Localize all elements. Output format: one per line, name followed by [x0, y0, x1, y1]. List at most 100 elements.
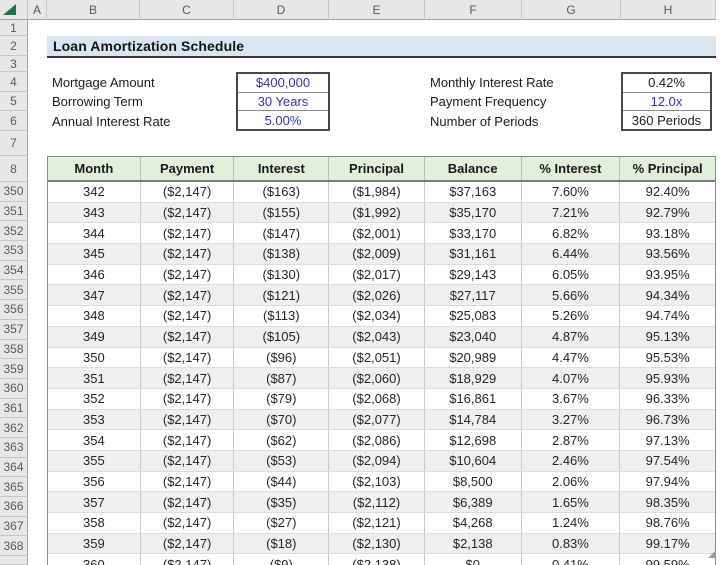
cell-pct-principal[interactable]: 95.13% [620, 327, 715, 347]
cell-month[interactable]: 353 [48, 410, 141, 430]
cell-principal[interactable]: ($2,026) [329, 285, 425, 305]
cell-payment[interactable]: ($2,147) [141, 554, 235, 565]
cell-pct-principal[interactable]: 93.56% [620, 244, 715, 264]
cell-payment[interactable]: ($2,147) [141, 265, 235, 285]
cell-principal[interactable]: ($2,017) [329, 265, 425, 285]
cell-payment[interactable]: ($2,147) [141, 451, 235, 471]
column-header-label[interactable]: Principal [329, 157, 425, 180]
row-header-350[interactable]: 350 [0, 182, 28, 202]
cell-pct-principal[interactable]: 99.59% [620, 554, 715, 565]
label-annual-interest-rate[interactable]: Annual Interest Rate [52, 111, 171, 131]
cell-payment[interactable]: ($2,147) [141, 492, 235, 512]
cell-pct-interest[interactable]: 0.83% [522, 534, 621, 554]
cell-pct-interest[interactable]: 1.24% [522, 513, 621, 533]
cell-interest[interactable]: ($62) [234, 430, 329, 450]
cell-pct-interest[interactable]: 2.06% [522, 472, 621, 492]
cell-pct-principal[interactable]: 97.94% [620, 472, 715, 492]
row-header-365[interactable]: 365 [0, 477, 28, 497]
row-header-367[interactable]: 367 [0, 517, 28, 537]
cell-interest[interactable]: ($121) [234, 285, 329, 305]
cell-payment[interactable]: ($2,147) [141, 244, 235, 264]
label-number-of-periods[interactable]: Number of Periods [430, 111, 538, 131]
cell-interest[interactable]: ($18) [234, 534, 329, 554]
cell-principal[interactable]: ($2,121) [329, 513, 425, 533]
cell-pct-principal[interactable]: 99.17% [620, 534, 715, 554]
resize-handle-icon[interactable] [708, 550, 716, 558]
cell-pct-interest[interactable]: 7.21% [522, 203, 621, 223]
cell-balance[interactable]: $14,784 [425, 410, 522, 430]
row-header-360[interactable]: 360 [0, 379, 28, 399]
cell-pct-principal[interactable]: 96.73% [620, 410, 715, 430]
cell-payment[interactable]: ($2,147) [141, 285, 235, 305]
row-header-354[interactable]: 354 [0, 261, 28, 281]
cell-payment[interactable]: ($2,147) [141, 327, 235, 347]
row-header-353[interactable]: 353 [0, 241, 28, 261]
row-header-366[interactable]: 366 [0, 497, 28, 517]
label-borrowing-term[interactable]: Borrowing Term [52, 92, 143, 111]
cell-balance[interactable]: $37,163 [425, 182, 522, 202]
column-header-C[interactable]: C [140, 0, 234, 20]
row-header-7[interactable]: 7 [0, 131, 28, 156]
cell-pct-interest[interactable]: 3.67% [522, 389, 621, 409]
column-header-D[interactable]: D [234, 0, 329, 20]
row-header-356[interactable]: 356 [0, 300, 28, 320]
cell-pct-interest[interactable]: 6.82% [522, 223, 621, 243]
cell-interest[interactable]: ($163) [234, 182, 329, 202]
column-header-label[interactable]: Month [48, 157, 141, 180]
cell-principal[interactable]: ($2,077) [329, 410, 425, 430]
cell-pct-interest[interactable]: 5.26% [522, 306, 621, 326]
column-header-E[interactable]: E [329, 0, 425, 20]
row-header-364[interactable]: 364 [0, 458, 28, 478]
row-header-4[interactable]: 4 [0, 72, 28, 92]
mortgage-amount-field[interactable]: $400,000 [238, 74, 328, 92]
cell-month[interactable]: 345 [48, 244, 141, 264]
cell-pct-principal[interactable]: 95.53% [620, 348, 715, 368]
column-header-F[interactable]: F [425, 0, 522, 20]
cell-month[interactable]: 359 [48, 534, 141, 554]
cell-interest[interactable]: ($35) [234, 492, 329, 512]
cell-balance[interactable]: $18,929 [425, 368, 522, 388]
cell-month[interactable]: 348 [48, 306, 141, 326]
cell-month[interactable]: 349 [48, 327, 141, 347]
cell-interest[interactable]: ($138) [234, 244, 329, 264]
cell-interest[interactable]: ($44) [234, 472, 329, 492]
row-header-357[interactable]: 357 [0, 320, 28, 340]
row-header-2[interactable]: 2 [0, 36, 28, 56]
row-header-355[interactable]: 355 [0, 280, 28, 300]
cell-balance[interactable]: $2,138 [425, 534, 522, 554]
cell-balance[interactable]: $31,161 [425, 244, 522, 264]
cell-month[interactable]: 351 [48, 368, 141, 388]
cell-payment[interactable]: ($2,147) [141, 430, 235, 450]
cell-payment[interactable]: ($2,147) [141, 368, 235, 388]
cell-principal[interactable]: ($2,130) [329, 534, 425, 554]
cell-principal[interactable]: ($1,992) [329, 203, 425, 223]
cell-pct-interest[interactable]: 2.46% [522, 451, 621, 471]
row-header-358[interactable]: 358 [0, 340, 28, 360]
cell-month[interactable]: 343 [48, 203, 141, 223]
cell-pct-principal[interactable]: 92.79% [620, 203, 715, 223]
cell-payment[interactable]: ($2,147) [141, 348, 235, 368]
cell-principal[interactable]: ($2,043) [329, 327, 425, 347]
row-header-8[interactable]: 8 [0, 156, 28, 182]
cell-principal[interactable]: ($1,984) [329, 182, 425, 202]
row-header-351[interactable]: 351 [0, 202, 28, 222]
cell-payment[interactable]: ($2,147) [141, 306, 235, 326]
column-header-label[interactable]: Interest [234, 157, 329, 180]
cell-balance[interactable]: $4,268 [425, 513, 522, 533]
cell-principal[interactable]: ($2,068) [329, 389, 425, 409]
cell-interest[interactable]: ($79) [234, 389, 329, 409]
cell-pct-principal[interactable]: 94.74% [620, 306, 715, 326]
cell-pct-interest[interactable]: 6.44% [522, 244, 621, 264]
row-header-361[interactable]: 361 [0, 399, 28, 419]
cell-month[interactable]: 354 [48, 430, 141, 450]
cell-pct-interest[interactable]: 2.87% [522, 430, 621, 450]
cell-pct-principal[interactable]: 97.54% [620, 451, 715, 471]
cell-principal[interactable]: ($2,001) [329, 223, 425, 243]
cell-pct-interest[interactable]: 4.47% [522, 348, 621, 368]
cell-month[interactable]: 344 [48, 223, 141, 243]
cell-pct-principal[interactable]: 94.34% [620, 285, 715, 305]
cell-interest[interactable]: ($130) [234, 265, 329, 285]
cell-principal[interactable]: ($2,103) [329, 472, 425, 492]
cell-principal[interactable]: ($2,094) [329, 451, 425, 471]
cell-payment[interactable]: ($2,147) [141, 534, 235, 554]
